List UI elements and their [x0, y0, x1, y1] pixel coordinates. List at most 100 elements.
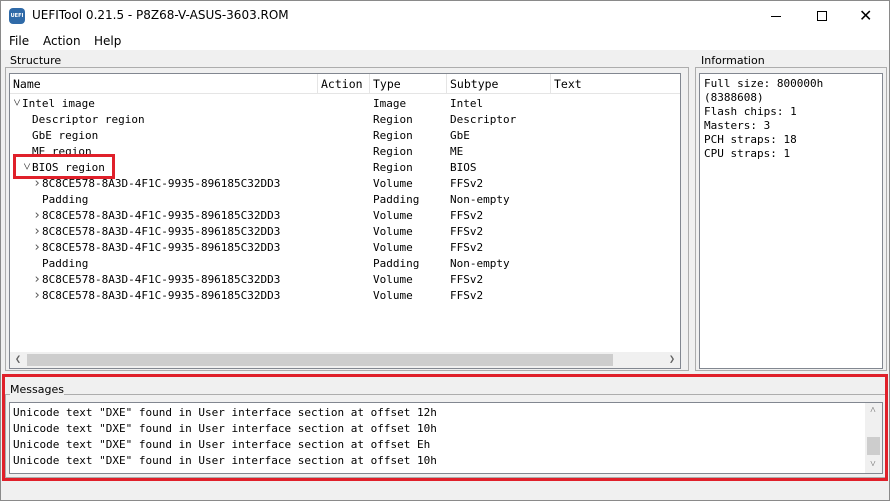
- tree-cell-name: Padding: [42, 193, 89, 206]
- tree-cell-type: Volume: [373, 209, 413, 222]
- tree-cell-name: 8C8CE578-8A3D-4F1C-9935-896185C32DD3: [42, 177, 281, 190]
- tree-cell-type: Volume: [373, 225, 413, 238]
- tree-cell-subtype: FFSv2: [450, 225, 484, 238]
- tree-row[interactable]: › 8C8CE578-8A3D-4F1C-9935-896185C32DD3 Vol…: [10, 224, 680, 240]
- tree-row[interactable]: Padding Padding Non-empty: [10, 256, 680, 272]
- messages-group-title: Messages: [10, 383, 64, 396]
- tree-cell-name: GbE region: [32, 129, 99, 142]
- close-icon: ✕: [859, 6, 873, 25]
- scroll-right-icon[interactable]: ❯: [664, 352, 680, 368]
- chevron-right-icon[interactable]: ›: [32, 288, 42, 304]
- information-group-title: Information: [701, 54, 765, 67]
- menu-action[interactable]: Action: [43, 34, 81, 48]
- window-title: UEFITool 0.21.5 - P8Z68-V-ASUS-3603.ROM: [32, 8, 289, 22]
- close-button[interactable]: ✕: [843, 1, 889, 31]
- tree-cell-type: Volume: [373, 273, 413, 286]
- tree-cell-subtype: Descriptor: [450, 113, 517, 126]
- tree-cell-subtype: FFSv2: [450, 177, 484, 190]
- tree-cell-name: 8C8CE578-8A3D-4F1C-9935-896185C32DD3: [42, 273, 281, 286]
- messages-scroll-thumb[interactable]: [867, 437, 880, 455]
- info-line: CPU straps: 1: [704, 147, 791, 160]
- tree-cell-name: 8C8CE578-8A3D-4F1C-9935-896185C32DD3: [42, 225, 281, 238]
- tree-cell-name: 8C8CE578-8A3D-4F1C-9935-896185C32DD3: [42, 209, 281, 222]
- minimize-icon: [771, 16, 781, 17]
- menu-file[interactable]: File: [9, 34, 29, 48]
- column-header-text[interactable]: Text: [551, 74, 680, 94]
- tree-cell-type: Padding: [373, 257, 420, 270]
- tree-row[interactable]: › 8C8CE578-8A3D-4F1C-9935-896185C32DD3 Vol…: [10, 288, 680, 304]
- tree-cell-name: 8C8CE578-8A3D-4F1C-9935-896185C32DD3: [42, 289, 281, 302]
- tree-cell-type: Volume: [373, 177, 413, 190]
- tree-row[interactable]: Padding Padding Non-empty: [10, 192, 680, 208]
- tree-cell-type: Region: [373, 161, 413, 174]
- messages-list[interactable]: Unicode text "DXE" found in User interfa…: [9, 402, 883, 474]
- tree-cell-subtype: FFSv2: [450, 209, 484, 222]
- info-line: (8388608): [704, 91, 764, 104]
- scroll-thumb[interactable]: [27, 354, 613, 366]
- structure-group-title: Structure: [10, 54, 62, 67]
- tree-row[interactable]: › 8C8CE578-8A3D-4F1C-9935-896185C32DD3 Vol…: [10, 272, 680, 288]
- tree-header: Name Action Type Subtype Text: [10, 74, 680, 94]
- tree-row[interactable]: › 8C8CE578-8A3D-4F1C-9935-896185C32DD3 Vol…: [10, 208, 680, 224]
- tree-row[interactable]: ˅ Intel image Image Intel: [10, 96, 680, 112]
- message-line[interactable]: Unicode text "DXE" found in User interfa…: [13, 453, 437, 469]
- tree-row[interactable]: › 8C8CE578-8A3D-4F1C-9935-896185C32DD3 Vol…: [10, 240, 680, 256]
- tree-cell-name: Intel image: [22, 97, 95, 110]
- chevron-down-icon[interactable]: ˅: [12, 96, 22, 112]
- structure-tree[interactable]: Name Action Type Subtype Text ˅ Intel ima…: [9, 73, 681, 369]
- maximize-icon: [817, 11, 827, 21]
- tree-cell-type: Volume: [373, 289, 413, 302]
- tree-cell-subtype: Intel: [450, 97, 484, 110]
- message-line[interactable]: Unicode text "DXE" found in User interfa…: [13, 405, 437, 421]
- chevron-down-icon[interactable]: ˅: [22, 160, 32, 176]
- tree-cell-subtype: Non-empty: [450, 257, 510, 270]
- tree-cell-type: Image: [373, 97, 407, 110]
- tree-cell-name: BIOS region: [32, 161, 105, 174]
- tree-row[interactable]: Descriptor region Region Descriptor: [10, 112, 680, 128]
- tree-cell-subtype: FFSv2: [450, 241, 484, 254]
- column-header-action[interactable]: Action: [318, 74, 370, 94]
- tree-cell-type: Region: [373, 145, 413, 158]
- tree-cell-subtype: BIOS: [450, 161, 477, 174]
- scroll-up-icon[interactable]: ˄: [865, 403, 881, 419]
- tree-cell-subtype: ME: [450, 145, 464, 158]
- scroll-down-icon[interactable]: ˅: [865, 457, 881, 473]
- tree-cell-name: 8C8CE578-8A3D-4F1C-9935-896185C32DD3: [42, 241, 281, 254]
- information-panel[interactable]: Full size: 800000h (8388608) Flash chips: …: [699, 73, 883, 369]
- tree-cell-type: Region: [373, 129, 413, 142]
- app-window: UEFI UEFITool 0.21.5 - P8Z68-V-ASUS-3603…: [0, 0, 890, 501]
- tree-cell-name: Descriptor region: [32, 113, 145, 126]
- chevron-right-icon[interactable]: ›: [32, 176, 42, 192]
- tree-cell-name: ME region: [32, 145, 92, 158]
- tree-cell-type: Region: [373, 113, 413, 126]
- messages-vertical-scrollbar[interactable]: ˄ ˅: [865, 403, 882, 473]
- chevron-right-icon[interactable]: ›: [32, 208, 42, 224]
- tree-cell-subtype: GbE: [450, 129, 470, 142]
- column-header-subtype[interactable]: Subtype: [447, 74, 551, 94]
- chevron-right-icon[interactable]: ›: [32, 240, 42, 256]
- info-line: PCH straps: 18: [704, 133, 797, 146]
- tree-horizontal-scrollbar[interactable]: ❮ ❯: [10, 352, 680, 368]
- column-header-name[interactable]: Name: [10, 74, 318, 94]
- tree-row[interactable]: GbE region Region GbE: [10, 128, 680, 144]
- tree-cell-subtype: FFSv2: [450, 273, 484, 286]
- column-header-type[interactable]: Type: [370, 74, 447, 94]
- tree-cell-name: Padding: [42, 257, 89, 270]
- menu-bar: File Action Help: [1, 31, 889, 51]
- title-bar[interactable]: UEFI UEFITool 0.21.5 - P8Z68-V-ASUS-3603…: [1, 1, 889, 31]
- tree-row[interactable]: › 8C8CE578-8A3D-4F1C-9935-896185C32DD3 Vol…: [10, 176, 680, 192]
- message-line[interactable]: Unicode text "DXE" found in User interfa…: [13, 421, 437, 437]
- info-line: Masters: 3: [704, 119, 771, 132]
- message-line[interactable]: Unicode text "DXE" found in User interfa…: [13, 437, 430, 453]
- info-line: Full size: 800000h: [704, 77, 824, 90]
- chevron-right-icon[interactable]: ›: [32, 224, 42, 240]
- app-icon: UEFI: [9, 8, 25, 24]
- chevron-right-icon[interactable]: ›: [32, 272, 42, 288]
- info-line: Flash chips: 1: [704, 105, 797, 118]
- tree-row[interactable]: ME region Region ME: [10, 144, 680, 160]
- maximize-button[interactable]: [799, 1, 845, 31]
- minimize-button[interactable]: [753, 1, 799, 31]
- menu-help[interactable]: Help: [94, 34, 121, 48]
- scroll-left-icon[interactable]: ❮: [10, 352, 26, 368]
- tree-row[interactable]: ˅ BIOS region Region BIOS: [10, 160, 680, 176]
